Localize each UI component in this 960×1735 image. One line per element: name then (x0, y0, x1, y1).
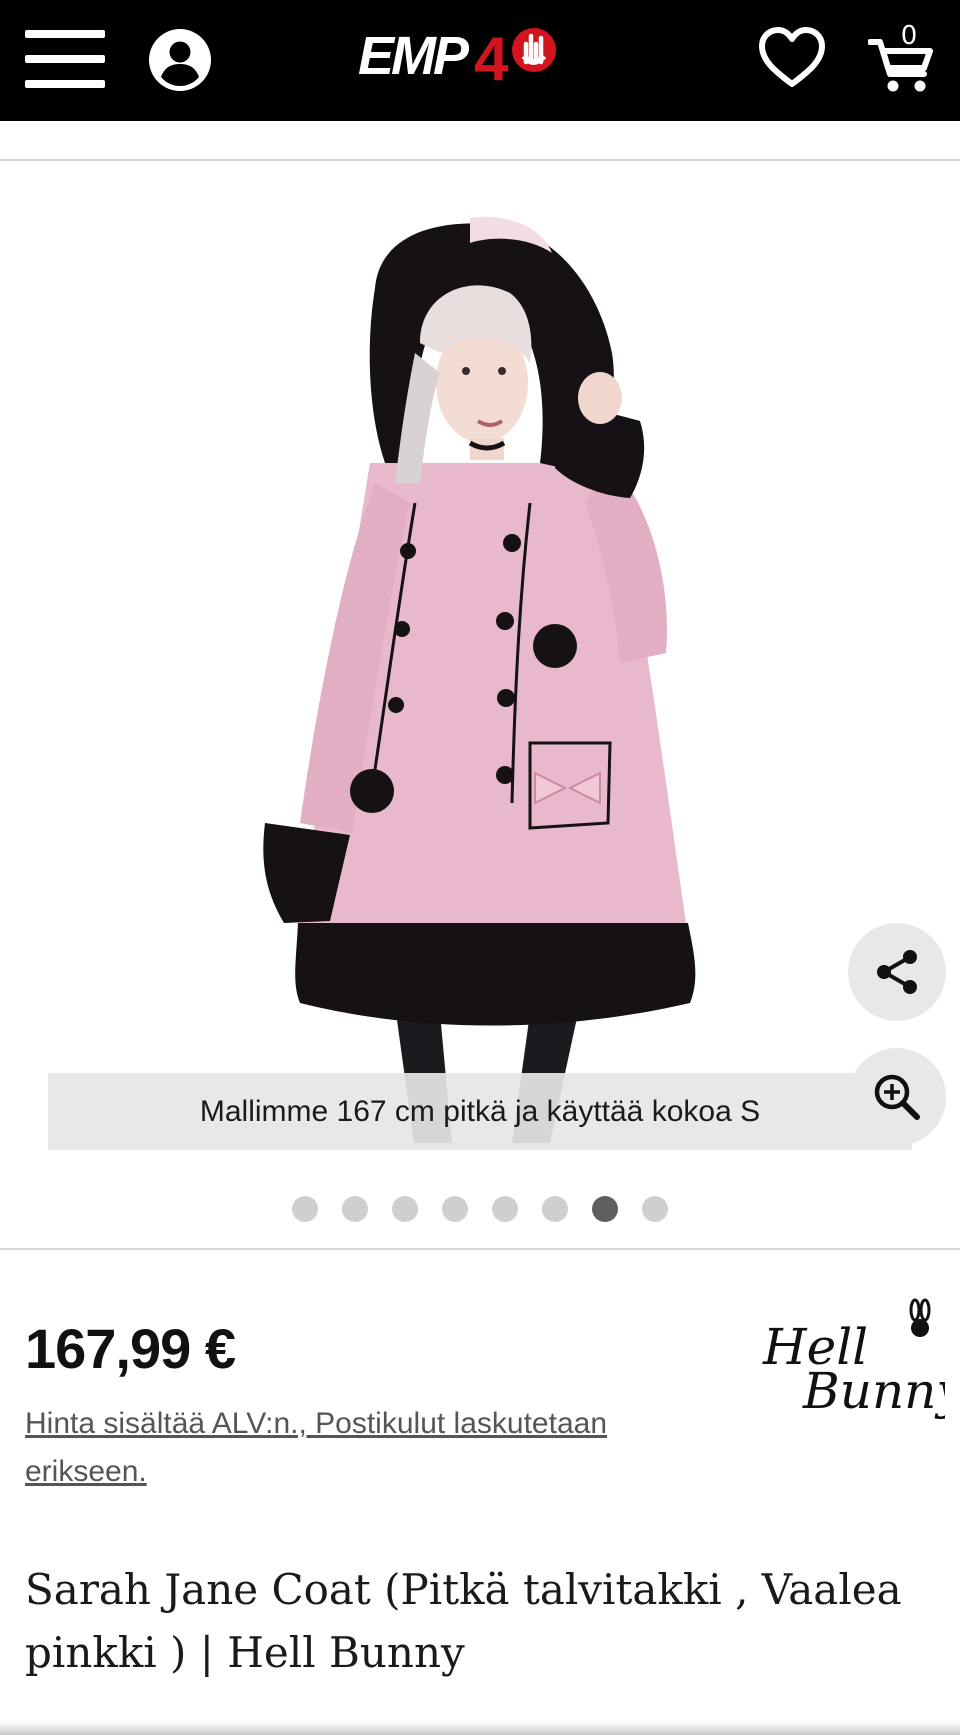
svg-text:4: 4 (474, 25, 509, 94)
hamburger-menu-icon[interactable] (25, 30, 105, 88)
model-size-caption: Mallimme 167 cm pitkä ja käyttää kokoa S (48, 1073, 912, 1150)
heart-icon[interactable] (758, 26, 826, 90)
bottom-shade (0, 1722, 960, 1735)
product-gallery[interactable]: Mallimme 167 cm pitkä ja käyttää kokoa S (0, 163, 960, 1248)
section-divider (0, 1248, 960, 1250)
carousel-dot[interactable] (392, 1196, 418, 1222)
vat-shipping-link[interactable]: Hinta sisältää ALV:n., Postikulut laskut… (25, 1400, 685, 1496)
product-photo[interactable] (0, 163, 960, 1143)
carousel-dot[interactable] (492, 1196, 518, 1222)
carousel-dot[interactable] (542, 1196, 568, 1222)
top-header: EMP 4 0 (0, 0, 960, 121)
carousel-dots (0, 1196, 960, 1226)
share-icon (877, 950, 917, 994)
carousel-dot[interactable] (342, 1196, 368, 1222)
carousel-dot[interactable] (292, 1196, 318, 1222)
carousel-dot[interactable] (642, 1196, 668, 1222)
emp-logo[interactable]: EMP 4 (356, 22, 604, 96)
svg-text:Bunny: Bunny (802, 1362, 945, 1420)
product-title: Sarah Jane Coat (Pitkä talvitakki , Vaal… (25, 1565, 902, 1677)
logo-text: EMP (358, 26, 470, 86)
user-account-icon[interactable] (148, 28, 212, 92)
carousel-dot[interactable] (442, 1196, 468, 1222)
share-button[interactable] (848, 923, 946, 1021)
carousel-dot-active[interactable] (592, 1196, 618, 1222)
cart-count-badge: 0 (900, 21, 918, 51)
product-price: 167,99 € (25, 1317, 236, 1380)
zoom-button[interactable] (848, 1048, 946, 1146)
zoom-in-icon (874, 1074, 920, 1120)
hell-bunny-brand-logo[interactable]: Hell Bunny (755, 1296, 945, 1426)
sub-header-bar (0, 121, 960, 161)
